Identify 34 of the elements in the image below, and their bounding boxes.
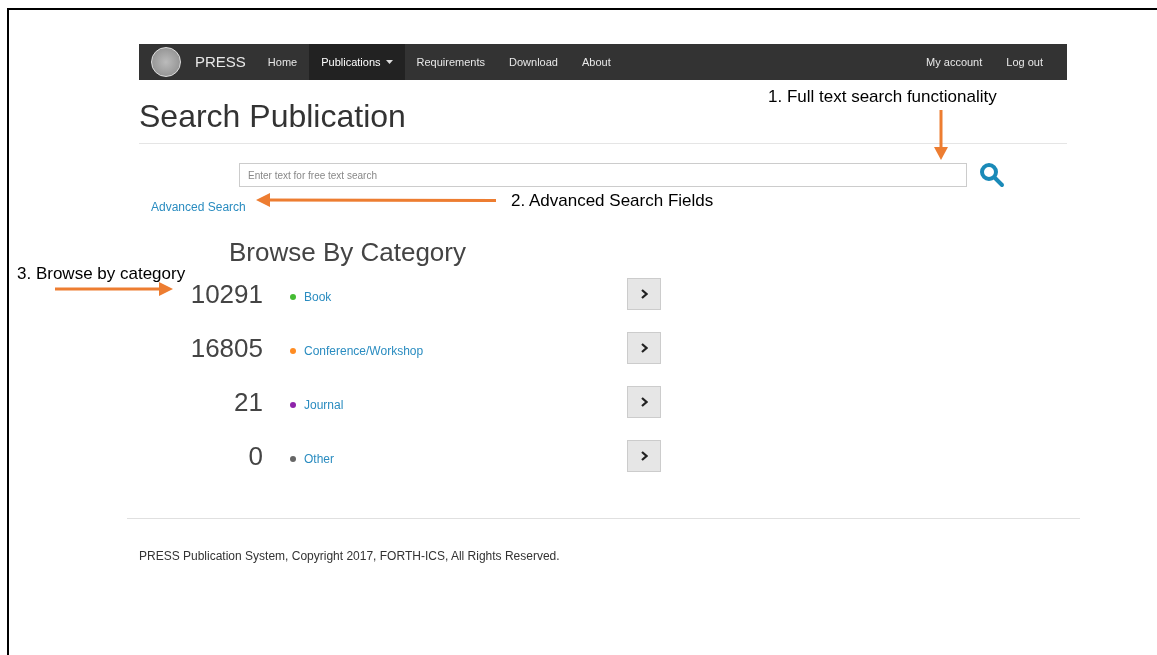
open-category-button[interactable] — [627, 278, 661, 310]
category-link[interactable]: Journal — [304, 396, 627, 414]
open-category-button[interactable] — [627, 440, 661, 472]
chevron-right-icon — [640, 397, 648, 407]
category-link[interactable]: Other — [304, 450, 627, 468]
chevron-right-icon — [640, 289, 648, 299]
search-icon[interactable] — [979, 162, 1005, 188]
nav-link[interactable]: Requirements — [404, 44, 497, 80]
open-category-button[interactable] — [627, 386, 661, 418]
annotation-text: 1. Full text search functionality — [768, 86, 997, 108]
browse-heading: Browse By Category — [229, 236, 467, 268]
chevron-right-icon — [640, 343, 648, 353]
brand-link[interactable]: PRESS — [195, 50, 246, 74]
arrow-drawing — [934, 110, 948, 160]
advanced-search-link[interactable]: Advanced Search — [151, 198, 246, 216]
category-count: 0 — [247, 439, 263, 473]
page-title: Search Publication — [139, 97, 406, 136]
category-link[interactable]: Book — [304, 288, 627, 306]
logo-icon[interactable] — [151, 47, 181, 77]
footer-text: PRESS Publication System, Copyright 2017, FORTH-ICS, All Rights Reserved. — [139, 548, 560, 565]
chevron-right-icon — [640, 451, 648, 461]
annotation-text: 2. Advanced Search Fields — [511, 190, 714, 212]
nav-link[interactable]: Publications — [309, 44, 405, 80]
open-category-button[interactable] — [627, 332, 661, 364]
annotation-text: 3. Browse by category — [17, 263, 186, 285]
nav-link[interactable]: My account — [914, 44, 995, 80]
category-count: 16805 — [189, 331, 263, 365]
search-field[interactable]: Enter text for free text search — [239, 163, 967, 187]
category-link[interactable]: Conference/Workshop — [304, 342, 627, 360]
nav-link[interactable]: Home — [255, 44, 310, 80]
nav-link[interactable]: About — [569, 44, 623, 80]
category-count: 21 — [233, 385, 263, 419]
nav-link[interactable]: Log out — [994, 44, 1055, 80]
nav-link[interactable]: Download — [497, 44, 570, 80]
